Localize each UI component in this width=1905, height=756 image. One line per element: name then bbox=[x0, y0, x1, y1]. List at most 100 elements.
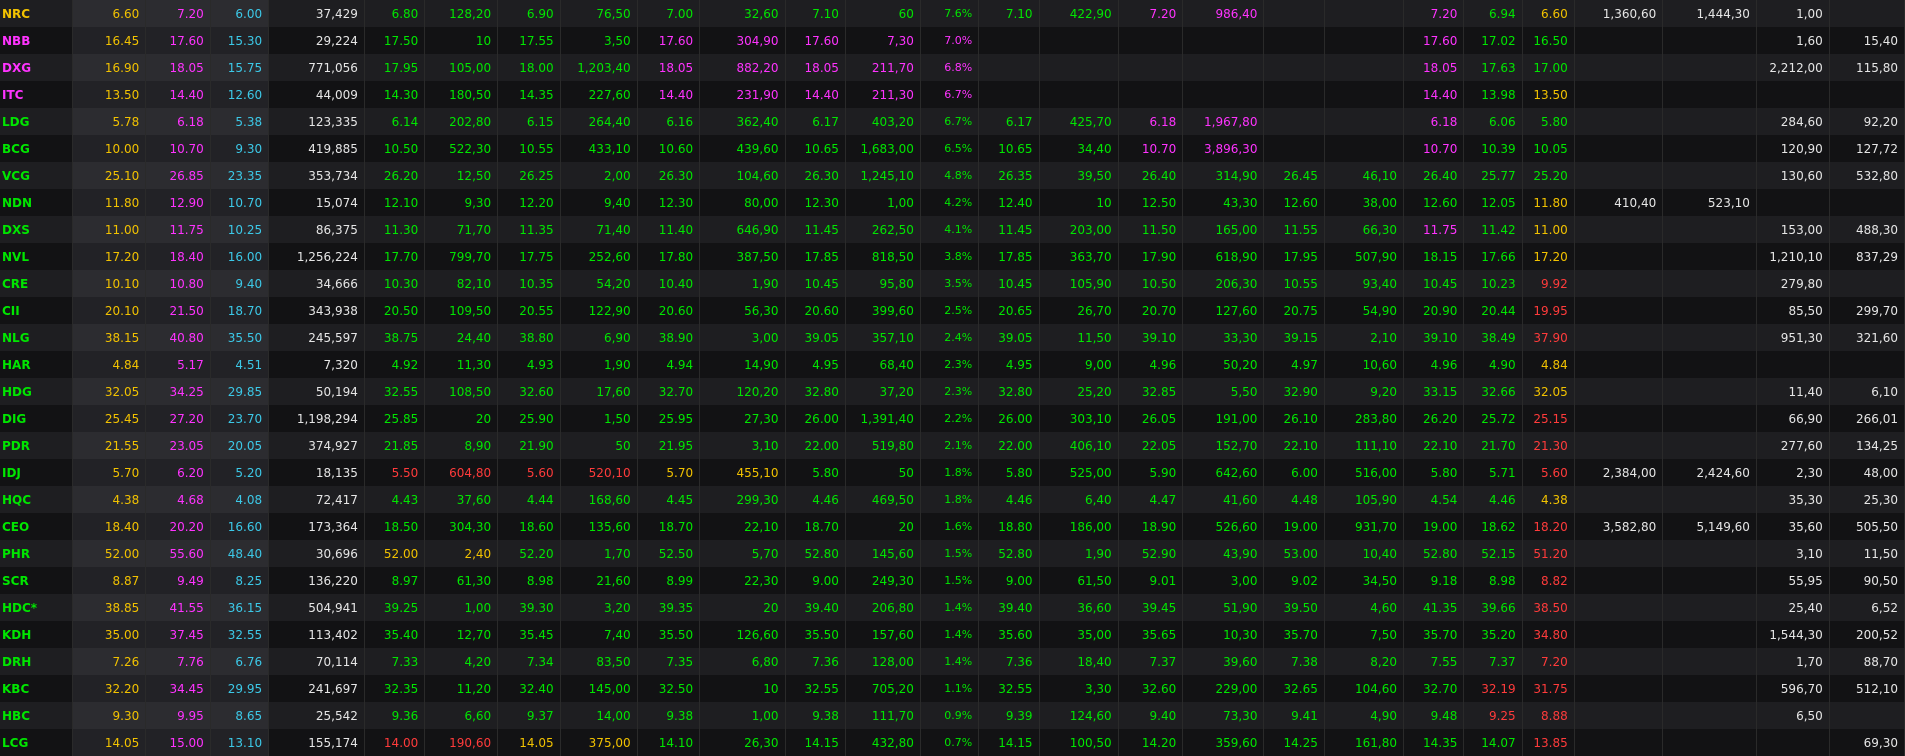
stock-symbol[interactable]: ITC bbox=[0, 81, 74, 108]
stock-symbol[interactable]: PHR bbox=[0, 540, 74, 567]
table-cell: 32.60 bbox=[497, 378, 561, 405]
table-row[interactable]: HAR 4.84 5.17 4.51 7,320 4.92 11,30 4.93 1,90 4.9… bbox=[0, 351, 1905, 378]
table-cell: 6.76 bbox=[210, 648, 270, 675]
stock-symbol[interactable]: KDH bbox=[0, 621, 74, 648]
stock-symbol[interactable]: NVL bbox=[0, 243, 74, 270]
table-row[interactable]: KDH 35.00 37.45 32.55 113,402 35.40 12,70 35.45… bbox=[0, 621, 1905, 648]
stock-symbol[interactable]: HQC bbox=[0, 486, 74, 513]
stock-symbol[interactable]: CII bbox=[0, 297, 74, 324]
table-row[interactable]: KBC 32.20 34.45 29.95 241,697 32.35 11,20 32.40… bbox=[0, 675, 1905, 702]
table-row[interactable]: CII 20.10 21.50 18.70 343,938 20.50 109,50 20.5… bbox=[0, 297, 1905, 324]
table-row[interactable]: PDR 21.55 23.05 20.05 374,927 21.85 8,90 21.90 5… bbox=[0, 432, 1905, 459]
table-cell: 10.55 bbox=[1263, 270, 1325, 297]
stock-symbol[interactable]: HDC* bbox=[0, 594, 74, 621]
stock-symbol[interactable]: VCG bbox=[0, 162, 74, 189]
table-cell: 837,29 bbox=[1829, 243, 1905, 270]
table-row[interactable]: PHR 52.00 55.60 48.40 30,696 52.00 2,40 52.20 1,… bbox=[0, 540, 1905, 567]
table-cell bbox=[1263, 27, 1325, 54]
table-cell: 51,90 bbox=[1182, 594, 1265, 621]
table-row[interactable]: NRC 6.60 7.20 6.00 37,429 6.80 128,20 6.90 76,50… bbox=[0, 0, 1905, 27]
table-cell: 5.80 bbox=[1403, 459, 1465, 486]
table-cell: 4.38 bbox=[1522, 486, 1575, 513]
table-row[interactable]: NBB 16.45 17.60 15.30 29,224 17.50 10 17.55 3,50… bbox=[0, 27, 1905, 54]
stock-symbol[interactable]: PDR bbox=[0, 432, 74, 459]
table-row[interactable]: HBC 9.30 9.95 8.65 25,542 9.36 6,60 9.37 14,00 9.… bbox=[0, 702, 1905, 729]
table-cell: 406,10 bbox=[1039, 432, 1119, 459]
table-cell bbox=[1118, 54, 1184, 81]
table-row[interactable]: NVL 17.20 18.40 16.00 1,256,224 17.70 799,70 17… bbox=[0, 243, 1905, 270]
table-cell: 20.60 bbox=[637, 297, 701, 324]
stock-symbol[interactable]: DXG bbox=[0, 54, 74, 81]
table-row[interactable]: LCG 14.05 15.00 13.10 155,174 14.00 190,60 14.0… bbox=[0, 729, 1905, 756]
stock-symbol[interactable]: NDN bbox=[0, 189, 74, 216]
stock-symbol[interactable]: DRH bbox=[0, 648, 74, 675]
stock-symbol[interactable]: IDJ bbox=[0, 459, 74, 486]
table-cell bbox=[1324, 135, 1404, 162]
table-cell: 1.4% bbox=[920, 621, 980, 648]
table-row[interactable]: ITC 13.50 14.40 12.60 44,009 14.30 180,50 14.35… bbox=[0, 81, 1905, 108]
table-cell: 387,50 bbox=[699, 243, 786, 270]
table-cell: 7.20 bbox=[1522, 648, 1575, 675]
table-row[interactable]: HDG 32.05 34.25 29.85 50,194 32.55 108,50 32.60… bbox=[0, 378, 1905, 405]
table-cell bbox=[1756, 81, 1830, 108]
table-cell bbox=[1756, 729, 1830, 756]
table-cell: 3,00 bbox=[699, 324, 786, 351]
table-cell bbox=[1829, 81, 1905, 108]
table-cell: 410,40 bbox=[1574, 189, 1664, 216]
table-cell: 1,256,224 bbox=[268, 243, 365, 270]
stock-symbol[interactable]: NRC bbox=[0, 0, 74, 27]
stock-symbol[interactable]: KBC bbox=[0, 675, 74, 702]
table-cell bbox=[1662, 297, 1757, 324]
table-cell bbox=[1574, 405, 1664, 432]
table-cell: 17.20 bbox=[72, 243, 147, 270]
table-cell: 2.4% bbox=[920, 324, 980, 351]
stock-symbol[interactable]: NLG bbox=[0, 324, 74, 351]
table-row[interactable]: DIG 25.45 27.20 23.70 1,198,294 25.85 20 25.90 1… bbox=[0, 405, 1905, 432]
table-cell: 374,927 bbox=[268, 432, 365, 459]
stock-symbol[interactable]: NBB bbox=[0, 27, 74, 54]
table-cell bbox=[1574, 702, 1664, 729]
stock-symbol[interactable]: SCR bbox=[0, 567, 74, 594]
table-cell: 9.38 bbox=[637, 702, 701, 729]
table-cell: 1.5% bbox=[920, 567, 980, 594]
table-row[interactable]: IDJ 5.70 6.20 5.20 18,135 5.50 604,80 5.60 520,1… bbox=[0, 459, 1905, 486]
stock-symbol[interactable]: HAR bbox=[0, 351, 74, 378]
table-row[interactable]: HQC 4.38 4.68 4.08 72,417 4.43 37,60 4.44 168,60… bbox=[0, 486, 1905, 513]
table-row[interactable]: BCG 10.00 10.70 9.30 419,885 10.50 522,30 10.55… bbox=[0, 135, 1905, 162]
stock-symbol[interactable]: CEO bbox=[0, 513, 74, 540]
table-row[interactable]: VCG 25.10 26.85 23.35 353,734 26.20 12,50 26.25… bbox=[0, 162, 1905, 189]
table-row[interactable]: HDC* 38.85 41.55 36.15 504,941 39.25 1,00 39.30… bbox=[0, 594, 1905, 621]
stock-symbol[interactable]: DXS bbox=[0, 216, 74, 243]
stock-symbol[interactable]: HBC bbox=[0, 702, 74, 729]
stock-symbol[interactable]: LDG bbox=[0, 108, 74, 135]
stock-symbol[interactable]: BCG bbox=[0, 135, 74, 162]
table-row[interactable]: DXG 16.90 18.05 15.75 771,056 17.95 105,00 18.0… bbox=[0, 54, 1905, 81]
stock-symbol[interactable]: LCG bbox=[0, 729, 74, 756]
table-cell: 17.85 bbox=[785, 243, 846, 270]
table-row[interactable]: LDG 5.78 6.18 5.38 123,335 6.14 202,80 6.15 264,… bbox=[0, 108, 1905, 135]
table-row[interactable]: NLG 38.15 40.80 35.50 245,597 38.75 24,40 38.80… bbox=[0, 324, 1905, 351]
table-cell: 66,30 bbox=[1324, 216, 1404, 243]
table-row[interactable]: DRH 7.26 7.76 6.76 70,114 7.33 4,20 7.34 83,50 7.… bbox=[0, 648, 1905, 675]
table-row[interactable]: DXS 11.00 11.75 10.25 86,375 11.30 71,70 11.35 7… bbox=[0, 216, 1905, 243]
table-row[interactable]: NDN 11.80 12.90 10.70 15,074 12.10 9,30 12.20 9,… bbox=[0, 189, 1905, 216]
table-cell: 279,80 bbox=[1756, 270, 1830, 297]
table-cell: 109,50 bbox=[424, 297, 499, 324]
table-cell: 31.75 bbox=[1522, 675, 1575, 702]
stock-symbol[interactable]: DIG bbox=[0, 405, 74, 432]
table-cell bbox=[1324, 54, 1404, 81]
table-cell: 488,30 bbox=[1829, 216, 1905, 243]
stock-symbol[interactable]: CRE bbox=[0, 270, 74, 297]
table-cell: 66,90 bbox=[1756, 405, 1830, 432]
table-cell: 3,896,30 bbox=[1182, 135, 1265, 162]
table-cell: 2,10 bbox=[1324, 324, 1404, 351]
table-cell bbox=[1662, 540, 1757, 567]
table-row[interactable]: CRE 10.10 10.80 9.40 34,666 10.30 82,10 10.35 54… bbox=[0, 270, 1905, 297]
table-cell: 76,50 bbox=[560, 0, 638, 27]
stock-symbol[interactable]: HDG bbox=[0, 378, 74, 405]
table-row[interactable]: CEO 18.40 20.20 16.60 173,364 18.50 304,30 18.6… bbox=[0, 513, 1905, 540]
table-cell: 1.8% bbox=[920, 459, 980, 486]
table-cell: 18.40 bbox=[145, 243, 211, 270]
table-row[interactable]: SCR 8.87 9.49 8.25 136,220 8.97 61,30 8.98 21,60… bbox=[0, 567, 1905, 594]
table-cell: 69,30 bbox=[1829, 729, 1905, 756]
